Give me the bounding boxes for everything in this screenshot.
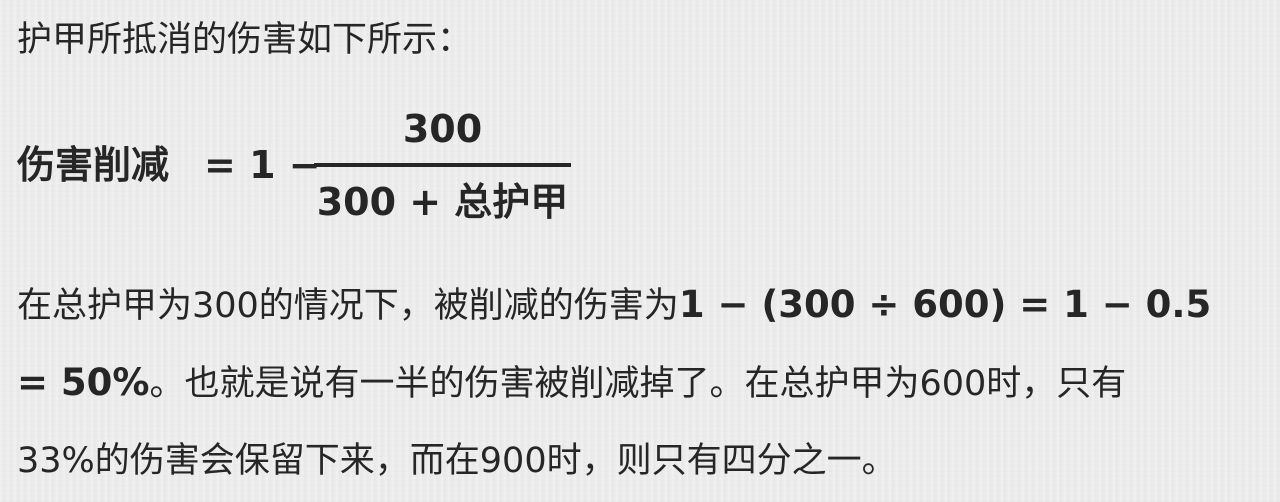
paragraph-line-1-text: 在总护甲为300的情况下，被削减的伤害为 xyxy=(17,286,679,326)
fraction-numerator: 300 xyxy=(402,107,483,151)
fraction-denominator: 300 + 总护甲 xyxy=(316,180,569,224)
paragraph-line-2: = 50%。也就是说有一半的伤害被削减掉了。在总护甲为600时，只有 xyxy=(17,344,1267,422)
armor-formula: 伤害削减 = 1 − 300 300 + 总护甲 xyxy=(17,100,717,230)
formula-fraction: 300 300 + 总护甲 xyxy=(314,100,571,230)
explanation-paragraph: 在总护甲为300的情况下，被削减的伤害为1 − (300 ÷ 600) = 1 … xyxy=(17,266,1267,500)
formula-equals-one-minus: = 1 − xyxy=(204,143,321,187)
paragraph-line-2-formula: = 50% xyxy=(17,361,150,404)
paragraph-line-2-text: 。也就是说有一半的伤害被削减掉了。在总护甲为600时，只有 xyxy=(149,364,1127,404)
formula-lhs: 伤害削减 xyxy=(17,143,170,187)
paragraph-line-3-text: 33%的伤害会保留下来，而在900时，则只有四分之一。 xyxy=(17,441,897,481)
intro-text: 护甲所抵消的伤害如下所示： xyxy=(17,20,473,60)
paragraph-line-1-formula: 1 − (300 ÷ 600) = 1 − 0.5 xyxy=(678,283,1212,326)
paragraph-line-3: 33%的伤害会保留下来，而在900时，则只有四分之一。 xyxy=(17,422,1267,500)
fraction-bar xyxy=(314,163,571,167)
document: 护甲所抵消的伤害如下所示： 伤害削减 = 1 − 300 300 + 总护甲 在… xyxy=(0,0,1280,502)
paragraph-line-1: 在总护甲为300的情况下，被削减的伤害为1 − (300 ÷ 600) = 1 … xyxy=(17,266,1267,344)
